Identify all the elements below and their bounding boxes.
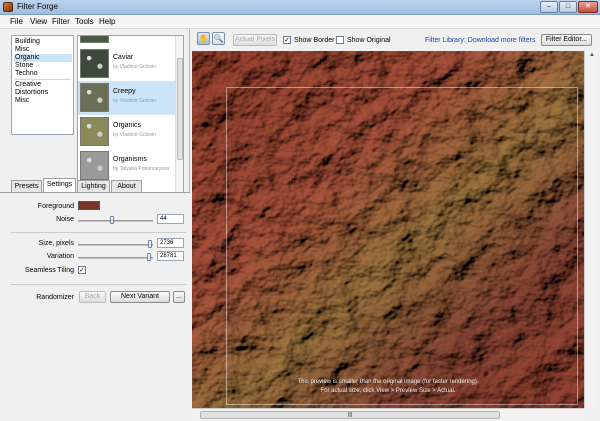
title-bar: Filter Forge – □ ✕ bbox=[0, 0, 600, 15]
preset-author: by Tatyana Ponomaryova bbox=[113, 166, 170, 172]
variation-slider-track[interactable] bbox=[78, 257, 153, 259]
noise-slider-track[interactable] bbox=[78, 220, 153, 222]
preset-item-partial[interactable] bbox=[78, 36, 175, 46]
noise-label: Noise bbox=[56, 216, 74, 223]
category-list[interactable]: Building Misc Organic Stone Techno Creat… bbox=[11, 35, 74, 135]
divider bbox=[11, 232, 186, 233]
actual-pixels-button[interactable]: Actual Pixels bbox=[233, 34, 277, 46]
window-title: Filter Forge bbox=[17, 2, 58, 11]
menu-tools[interactable]: Tools bbox=[75, 17, 94, 26]
size-value-field[interactable]: 2736 bbox=[157, 238, 184, 248]
seamless-tiling-checkbox[interactable]: ✓ bbox=[78, 266, 86, 274]
show-border-checkbox[interactable]: ✓ bbox=[283, 36, 291, 44]
scroll-up-arrow-icon[interactable]: ▲ bbox=[589, 52, 595, 58]
menu-filter[interactable]: Filter bbox=[52, 17, 70, 26]
show-original-label: Show Original bbox=[347, 37, 391, 44]
category-divider bbox=[15, 79, 71, 80]
filter-editor-button[interactable]: Filter Editor... bbox=[541, 34, 592, 46]
preset-item[interactable]: Caviar by Vladimir Golovin bbox=[78, 47, 175, 81]
preset-item[interactable]: Organics by Vladimir Golovin bbox=[78, 115, 175, 149]
preset-name: Organisms bbox=[113, 156, 147, 163]
preset-scrollbar-thumb[interactable] bbox=[177, 58, 183, 160]
preset-author: by Vladimir Golovin bbox=[113, 132, 157, 138]
preset-item-selected[interactable]: Creepy by Vladimir Golovin bbox=[78, 81, 175, 115]
randomizer-options-button[interactable]: ... bbox=[173, 291, 185, 303]
zoom-tool-icon[interactable]: 🔍 bbox=[212, 32, 225, 45]
foreground-label: Foreground bbox=[37, 203, 74, 210]
checkmark-icon: ✓ bbox=[79, 267, 85, 274]
preset-item[interactable]: Organisms by Tatyana Ponomaryova bbox=[78, 149, 175, 183]
preset-author: by Vladimir Golovin bbox=[113, 64, 157, 70]
preset-thumbnail bbox=[80, 117, 109, 146]
preset-author: by Vladimir Golovin bbox=[113, 98, 157, 104]
tab-presets[interactable]: Presets bbox=[11, 180, 42, 192]
maximize-button[interactable]: □ bbox=[559, 1, 577, 13]
tab-about[interactable]: About bbox=[111, 180, 142, 192]
category-item[interactable]: Building bbox=[14, 38, 72, 46]
show-original-checkbox[interactable] bbox=[336, 36, 344, 44]
category-item[interactable]: Misc bbox=[14, 46, 72, 54]
size-slider-track[interactable] bbox=[78, 244, 153, 246]
category-item[interactable]: Misc bbox=[14, 97, 72, 105]
size-slider-handle[interactable] bbox=[148, 240, 152, 248]
menu-file[interactable]: File bbox=[10, 17, 23, 26]
variation-value-field[interactable]: 28781 bbox=[157, 251, 184, 261]
preview-canvas[interactable]: This preview is smaller than the origina… bbox=[192, 51, 584, 408]
preset-name: Creepy bbox=[113, 88, 136, 95]
category-item[interactable]: Creative bbox=[14, 81, 72, 89]
foreground-color-swatch[interactable] bbox=[78, 201, 100, 210]
horizontal-scrollbar-thumb[interactable]: ||| bbox=[200, 411, 500, 419]
settings-tabs: Presets Settings Lighting About bbox=[11, 178, 190, 192]
close-button[interactable]: ✕ bbox=[578, 1, 598, 13]
menu-view[interactable]: View bbox=[30, 17, 47, 26]
minimize-button[interactable]: – bbox=[540, 1, 558, 13]
next-variant-button[interactable]: Next Variant bbox=[110, 291, 170, 303]
preset-name: Organics bbox=[113, 122, 142, 129]
preview-notice-line1: This preview is smaller than the origina… bbox=[297, 379, 479, 385]
preset-list[interactable]: Caviar by Vladimir Golovin Creepy by Vla… bbox=[77, 35, 184, 195]
size-label: Size, pixels bbox=[38, 240, 74, 247]
preset-thumbnail bbox=[80, 49, 109, 78]
settings-panel: Foreground Noise 44 Size, pixels 2736 Va… bbox=[0, 192, 190, 421]
checkmark-icon: ✓ bbox=[284, 37, 290, 44]
noise-value-field[interactable]: 44 bbox=[157, 214, 184, 224]
menu-bar: File View Filter Tools Help bbox=[0, 15, 600, 29]
app-logo-icon bbox=[3, 2, 13, 12]
tab-settings[interactable]: Settings bbox=[43, 178, 76, 192]
back-button[interactable]: Back bbox=[79, 291, 106, 303]
category-item[interactable]: Distortions bbox=[14, 89, 72, 97]
preset-scrollbar[interactable] bbox=[175, 36, 183, 194]
tab-lighting[interactable]: Lighting bbox=[77, 180, 110, 192]
preview-notice-line2: For actual size, click View > Preview Si… bbox=[320, 388, 456, 394]
output-border-frame bbox=[226, 87, 578, 405]
noise-slider-handle[interactable] bbox=[110, 216, 114, 224]
preset-thumbnail bbox=[80, 83, 109, 112]
show-border-label: Show Border bbox=[294, 37, 335, 44]
left-panel: Building Misc Organic Stone Techno Creat… bbox=[0, 29, 190, 421]
variation-slider-handle[interactable] bbox=[147, 253, 151, 261]
category-item[interactable]: Techno bbox=[14, 70, 72, 78]
preview-toolbar: ✋ 🔍 Actual Pixels ✓ Show Border Show Ori… bbox=[191, 29, 600, 51]
preview-vertical-scrollbar[interactable]: ▲ bbox=[584, 51, 598, 408]
preset-thumbnail bbox=[80, 151, 109, 180]
seamless-tiling-label: Seamless Tiling bbox=[24, 267, 74, 274]
preset-thumbnail bbox=[80, 36, 109, 43]
divider bbox=[11, 284, 186, 285]
menu-help[interactable]: Help bbox=[99, 17, 115, 26]
category-item[interactable]: Stone bbox=[14, 62, 72, 70]
randomizer-label: Randomizer bbox=[36, 294, 74, 301]
filter-library-link[interactable]: Filter Library: Download more filters bbox=[425, 37, 535, 44]
variation-label: Variation bbox=[46, 253, 74, 260]
preview-horizontal-scrollbar[interactable]: ||| bbox=[192, 408, 584, 421]
category-item-selected[interactable]: Organic bbox=[14, 54, 72, 62]
hand-tool-icon[interactable]: ✋ bbox=[197, 32, 210, 45]
preset-name: Caviar bbox=[113, 54, 134, 61]
